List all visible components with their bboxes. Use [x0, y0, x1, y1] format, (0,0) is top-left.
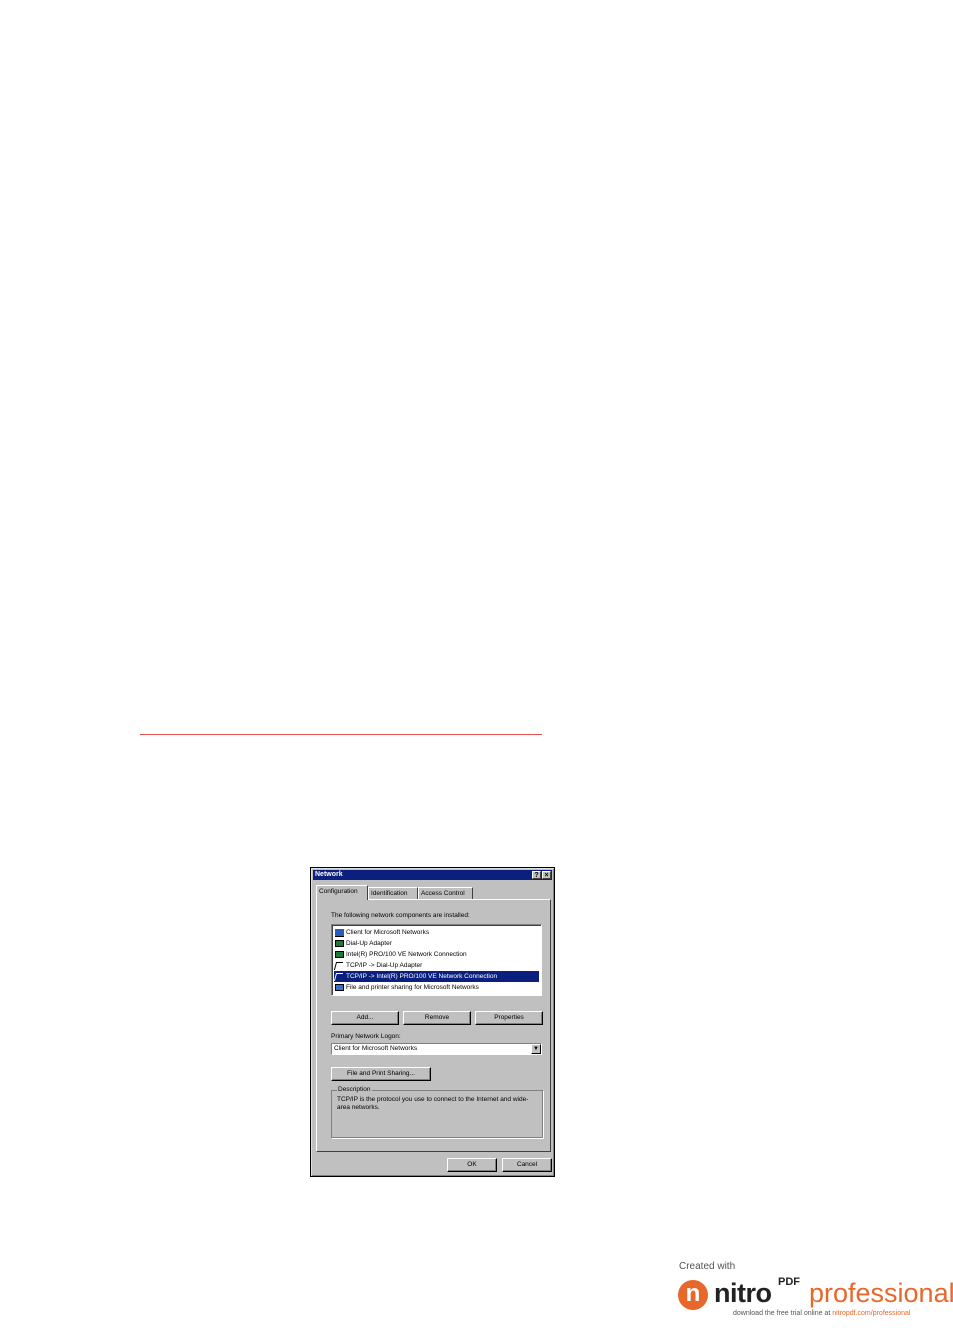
- dialog-title: Network: [315, 871, 343, 878]
- network-adapter-icon: [335, 951, 344, 958]
- chevron-down-icon[interactable]: ▼: [531, 1044, 541, 1054]
- file-sharing-icon: [335, 984, 344, 991]
- list-item-label: Intel(R) PRO/100 VE Network Connection: [346, 951, 467, 958]
- properties-button[interactable]: Properties: [475, 1011, 543, 1025]
- list-item-label: TCP/IP -> Intel(R) PRO/100 VE Network Co…: [346, 973, 498, 980]
- remove-button[interactable]: Remove: [403, 1011, 471, 1025]
- created-with-text: Created with: [679, 1261, 736, 1272]
- tab-identification[interactable]: Identification: [368, 887, 418, 899]
- client-icon: [335, 929, 344, 937]
- close-button[interactable]: ×: [542, 871, 551, 879]
- primary-logon-label: Primary Network Logon:: [331, 1033, 401, 1040]
- list-item[interactable]: TCP/IP -> Dial-Up Adapter: [333, 960, 539, 971]
- download-text: download the free trial online at nitrop…: [733, 1310, 910, 1317]
- network-adapter-icon: [335, 940, 344, 947]
- list-item-label: Client for Microsoft Networks: [346, 929, 430, 936]
- cancel-button[interactable]: Cancel: [502, 1158, 552, 1172]
- list-item[interactable]: Dial-Up Adapter: [334, 938, 539, 949]
- description-text: TCP/IP is the protocol you use to connec…: [337, 1096, 529, 1111]
- add-button[interactable]: Add...: [331, 1011, 399, 1025]
- components-list[interactable]: Client for Microsoft Networks Dial-Up Ad…: [331, 924, 542, 996]
- brand-superscript: PDF: [778, 1276, 800, 1288]
- ok-button[interactable]: OK: [447, 1158, 497, 1172]
- list-item[interactable]: Intel(R) PRO/100 VE Network Connection: [334, 949, 539, 960]
- list-item[interactable]: File and printer sharing for Microsoft N…: [334, 982, 539, 993]
- list-item-selected[interactable]: TCP/IP -> Intel(R) PRO/100 VE Network Co…: [333, 971, 539, 982]
- download-prefix: download the free trial online at: [733, 1310, 833, 1317]
- file-print-sharing-button[interactable]: File and Print Sharing...: [331, 1067, 431, 1081]
- divider-line: [140, 734, 542, 735]
- components-label: The following network components are ins…: [331, 912, 470, 919]
- list-item-label: TCP/IP -> Dial-Up Adapter: [346, 962, 423, 969]
- help-button[interactable]: ?: [532, 871, 541, 879]
- nitro-badge: Created with n nitro PDF professional do…: [676, 1258, 953, 1324]
- list-item-label: File and printer sharing for Microsoft N…: [346, 984, 479, 991]
- list-item-label: Dial-Up Adapter: [346, 940, 392, 947]
- nitro-logo-icon: n: [678, 1280, 708, 1310]
- tab-configuration[interactable]: Configuration: [316, 885, 368, 900]
- description-title: Description: [337, 1086, 372, 1094]
- product-name: professional: [809, 1278, 953, 1308]
- dialog-titlebar: Network ? ×: [313, 870, 552, 880]
- description-group: Description TCP/IP is the protocol you u…: [331, 1086, 543, 1138]
- brand-name: nitro: [714, 1278, 772, 1308]
- download-link[interactable]: nitropdf.com/professional: [832, 1310, 910, 1317]
- network-dialog: Network ? × Configuration Identification…: [310, 867, 555, 1177]
- primary-logon-select[interactable]: Client for Microsoft Networks ▼: [331, 1043, 542, 1055]
- list-item[interactable]: Client for Microsoft Networks: [334, 927, 539, 938]
- protocol-icon: [333, 973, 344, 981]
- protocol-icon: [333, 962, 344, 970]
- configuration-panel: The following network components are ins…: [316, 899, 551, 1152]
- tab-access-control[interactable]: Access Control: [418, 887, 473, 899]
- primary-logon-value: Client for Microsoft Networks: [334, 1045, 418, 1052]
